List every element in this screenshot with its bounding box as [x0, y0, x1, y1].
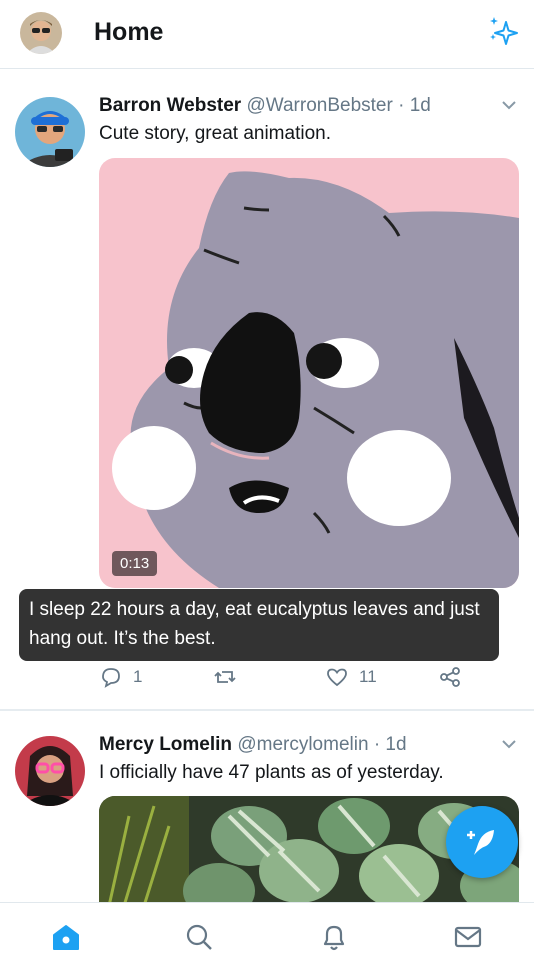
chevron-down-icon[interactable] [500, 96, 518, 114]
page-title: Home [94, 18, 164, 46]
koala-illustration [99, 158, 519, 588]
bottom-navigation [0, 902, 534, 971]
share-icon [440, 667, 460, 687]
tweet-meta: Barron Webster @WarronBebster · 1d [99, 95, 431, 117]
like-button[interactable]: 11 [325, 664, 377, 690]
like-count: 11 [359, 667, 377, 686]
author-handle[interactable]: @WarronBebster [246, 95, 392, 116]
search-icon[interactable] [183, 921, 217, 955]
tweet-meta: Mercy Lomelin @mercylomelin · 1d [99, 734, 407, 756]
retweet-icon [214, 671, 236, 683]
compose-tweet-button[interactable] [446, 806, 518, 878]
video-duration: 0:13 [112, 551, 158, 576]
tweet-time: · 1d [398, 95, 431, 116]
tweet-text: I officially have 47 plants as of yester… [99, 762, 444, 783]
heart-icon [327, 668, 347, 687]
sparkle-icon[interactable] [486, 14, 520, 48]
feather-plus-icon [467, 830, 494, 855]
tweet-time: · 1d [373, 734, 407, 755]
reply-button[interactable]: 1 [99, 664, 142, 690]
share-button[interactable] [438, 664, 462, 690]
home-icon[interactable] [50, 921, 84, 955]
author-avatar[interactable] [15, 97, 85, 167]
bell-icon[interactable] [318, 921, 352, 955]
author-avatar[interactable] [15, 736, 85, 806]
tweet-actions: 1 11 [99, 664, 519, 692]
retweet-button[interactable] [213, 664, 237, 690]
video-caption: I sleep 22 hours a day, eat eucalyptus l… [19, 589, 499, 661]
author-handle[interactable]: @mercylomelin [237, 734, 368, 755]
tweet-text: Cute story, great animation. [99, 123, 331, 144]
feed-divider [0, 709, 534, 711]
author-name[interactable]: Mercy Lomelin [99, 734, 232, 755]
author-name[interactable]: Barron Webster [99, 95, 241, 116]
reply-icon [102, 668, 120, 688]
top-app-bar: Home [0, 0, 534, 69]
tweet-video[interactable] [99, 158, 519, 588]
reply-count: 1 [133, 667, 143, 686]
mail-icon[interactable] [452, 921, 486, 955]
profile-avatar[interactable] [20, 12, 62, 54]
chevron-down-icon[interactable] [500, 735, 518, 753]
